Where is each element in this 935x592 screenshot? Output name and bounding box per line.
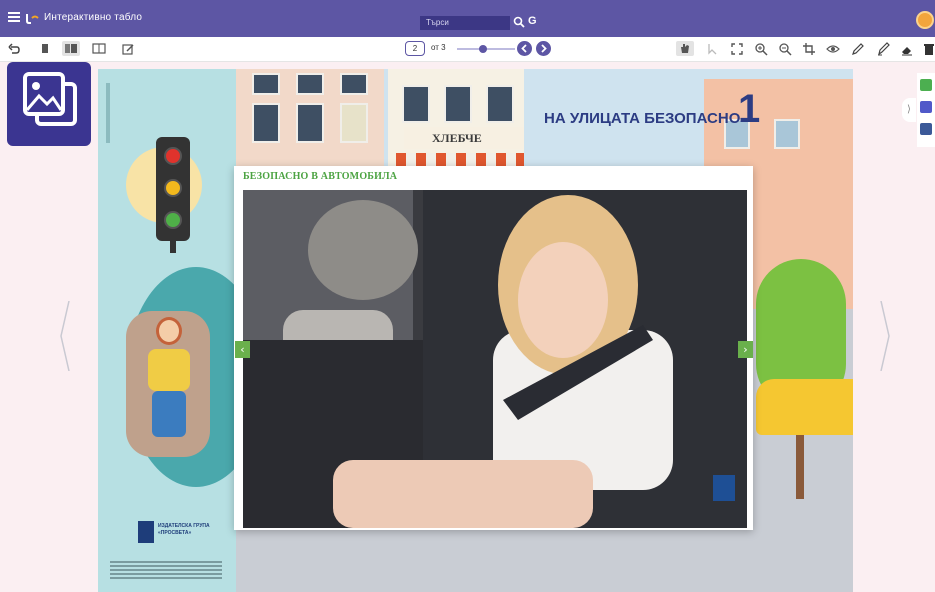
chevron-left-icon[interactable] (60, 301, 70, 371)
collapse-rail-button[interactable]: ⟩ (902, 98, 916, 122)
traffic-light-illustration (156, 137, 190, 241)
app-logo-icon (26, 14, 39, 24)
google-icon[interactable]: G (528, 15, 537, 27)
zoom-out-icon[interactable] (778, 42, 792, 56)
gallery-icon (23, 72, 77, 126)
next-page-button[interactable] (536, 41, 551, 56)
double-page-icon (65, 44, 77, 53)
chevron-left-icon (521, 44, 527, 53)
publisher-logo (138, 521, 154, 543)
spread-view-button[interactable] (90, 41, 108, 56)
image-popup: БЕЗОПАСНО В АВТОМОБИЛА ‹ › (234, 166, 753, 530)
undo-icon[interactable] (7, 42, 21, 56)
gallery-button[interactable] (7, 62, 91, 146)
bakery-sign-text: ХЛЕБЧЕ (432, 131, 482, 145)
zoom-in-icon[interactable] (754, 42, 768, 56)
traffic-light-pole (170, 241, 176, 253)
green-light (164, 211, 182, 229)
red-light (164, 147, 182, 165)
search-icon[interactable] (513, 16, 525, 28)
prev-page-button[interactable] (517, 41, 532, 56)
popup-prev-button[interactable]: ‹ (235, 341, 250, 358)
child-legs-illustration (152, 391, 186, 437)
popup-photo (243, 190, 747, 528)
hand-icon (681, 44, 689, 53)
double-page-view-button[interactable] (62, 41, 80, 56)
menu-icon[interactable] (8, 12, 20, 22)
vertical-credit-line (106, 83, 110, 143)
page-number-input[interactable]: 2 (405, 41, 425, 56)
spread-icon (92, 43, 106, 54)
single-page-view-button[interactable] (36, 41, 54, 56)
child-body-illustration (148, 349, 190, 391)
car-seat-photo (243, 190, 747, 528)
teams-icon[interactable] (920, 101, 932, 113)
search-input[interactable]: Търси (420, 16, 510, 30)
yellow-light (164, 179, 182, 197)
single-page-icon (42, 44, 48, 53)
lesson-number: 1 (738, 87, 761, 131)
publisher-name: ИЗДАТЕЛСКА ГРУПА «ПРОСВЕТА» (158, 523, 210, 536)
toolbar: 2 от 3 (0, 37, 935, 62)
popup-next-button[interactable]: › (738, 341, 753, 358)
app-title: Интерактивно табло (44, 12, 143, 23)
child-head-illustration (156, 317, 182, 345)
popup-title: БЕЗОПАСНО В АВТОМОБИЛА (243, 171, 398, 182)
crop-icon[interactable] (802, 42, 816, 56)
facebook-icon[interactable] (920, 123, 932, 135)
chevron-right-icon[interactable] (880, 301, 890, 371)
right-rail (917, 73, 935, 147)
chevron-right-icon (541, 44, 547, 53)
fine-print-block (110, 561, 222, 587)
pen-icon[interactable] (851, 42, 865, 56)
google-classroom-icon[interactable] (920, 79, 932, 91)
pointer-icon[interactable] (706, 42, 720, 56)
yellow-car-illustration (756, 379, 853, 435)
eye-icon[interactable] (826, 42, 840, 56)
lesson-heading: НА УЛИЦАТА БЕЗОПАСНО (544, 110, 741, 127)
avatar[interactable] (916, 11, 934, 29)
zoom-slider-handle[interactable] (479, 45, 488, 53)
bakery-awning (396, 153, 524, 167)
marker-icon[interactable] (876, 42, 890, 56)
top-bar: Интерактивно табло Търси G (0, 0, 935, 37)
trash-icon[interactable] (922, 42, 935, 56)
hand-tool-button[interactable] (676, 41, 694, 56)
zoom-slider[interactable] (457, 45, 515, 53)
eraser-icon[interactable] (900, 42, 914, 56)
book-page-left: ИЗДАТЕЛСКА ГРУПА «ПРОСВЕТА» (98, 69, 236, 592)
edit-icon[interactable] (121, 42, 135, 56)
fullscreen-icon[interactable] (730, 42, 744, 56)
book-viewer: ИЗДАТЕЛСКА ГРУПА «ПРОСВЕТА» ХЛЕБЧЕ НА УЛ… (0, 61, 935, 592)
